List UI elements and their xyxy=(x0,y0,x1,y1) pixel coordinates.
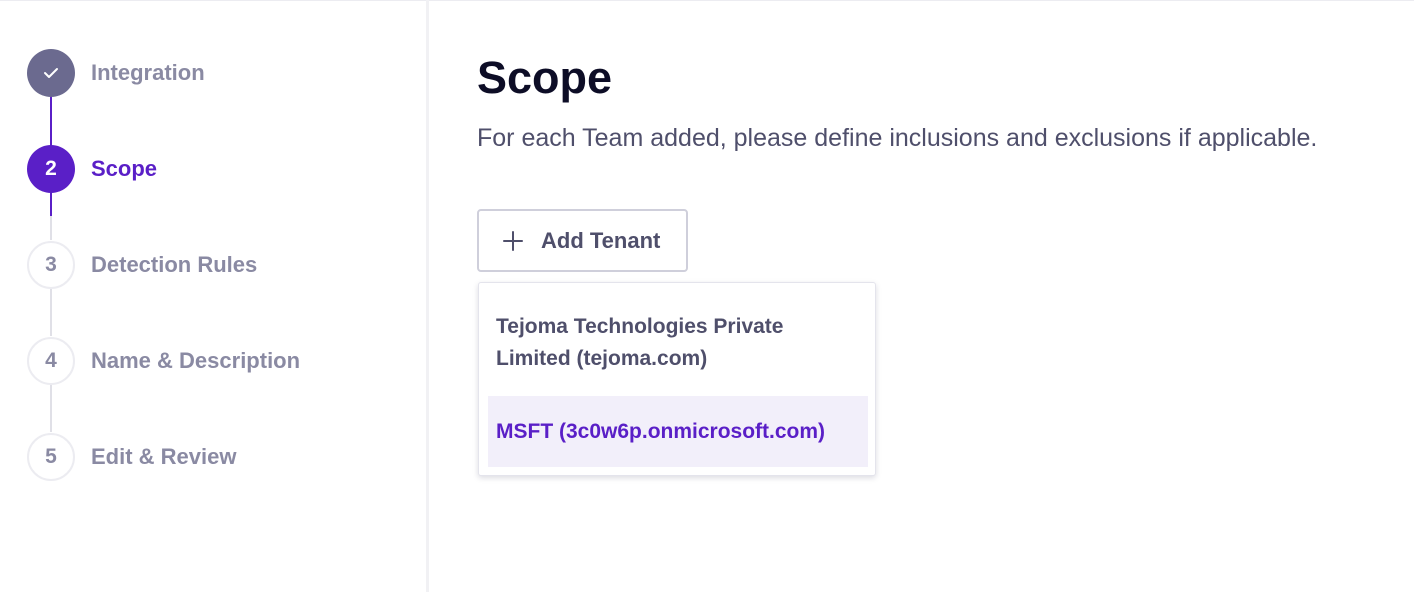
checkmark-icon xyxy=(44,68,58,78)
tenant-option-tejoma[interactable]: Tejoma Technologies Private Limited (tej… xyxy=(488,311,868,375)
step-number: 4 xyxy=(27,337,75,385)
tenant-dropdown-menu: Tejoma Technologies Private Limited (tej… xyxy=(478,282,876,476)
step-label: Detection Rules xyxy=(91,252,258,277)
step-connector-1 xyxy=(50,96,52,149)
page-description: For each Team added, please define inclu… xyxy=(477,124,1318,152)
step-edit-review[interactable]: 5 Edit & Review xyxy=(27,433,407,481)
add-tenant-label: Add Tenant xyxy=(541,227,661,253)
step-integration[interactable]: Integration xyxy=(27,49,407,97)
panel-divider xyxy=(426,0,429,592)
step-connector-2b xyxy=(50,216,52,240)
step-scope[interactable]: 2 Scope xyxy=(27,145,407,193)
step-detection-rules[interactable]: 3 Detection Rules xyxy=(27,241,407,289)
step-connector-3 xyxy=(50,288,52,336)
step-indicator-done xyxy=(27,49,75,97)
plus-icon xyxy=(501,229,525,253)
step-label: Edit & Review xyxy=(91,444,237,469)
step-connector-4 xyxy=(50,384,52,432)
step-connector-2a xyxy=(50,192,52,216)
step-label: Name & Description xyxy=(91,348,301,373)
step-number: 5 xyxy=(27,433,75,481)
add-tenant-button[interactable]: Add Tenant xyxy=(477,209,688,272)
step-number: 3 xyxy=(27,241,75,289)
step-label: Scope xyxy=(91,156,158,181)
step-name-description[interactable]: 4 Name & Description xyxy=(27,337,407,385)
step-label: Integration xyxy=(91,60,205,85)
tenant-option-msft[interactable]: MSFT (3c0w6p.onmicrosoft.com) xyxy=(488,396,868,467)
step-number: 2 xyxy=(27,145,75,193)
wizard-stepper: Integration 2 Scope 3 Detection Rules 4 … xyxy=(0,0,426,592)
page-title: Scope xyxy=(477,52,613,103)
